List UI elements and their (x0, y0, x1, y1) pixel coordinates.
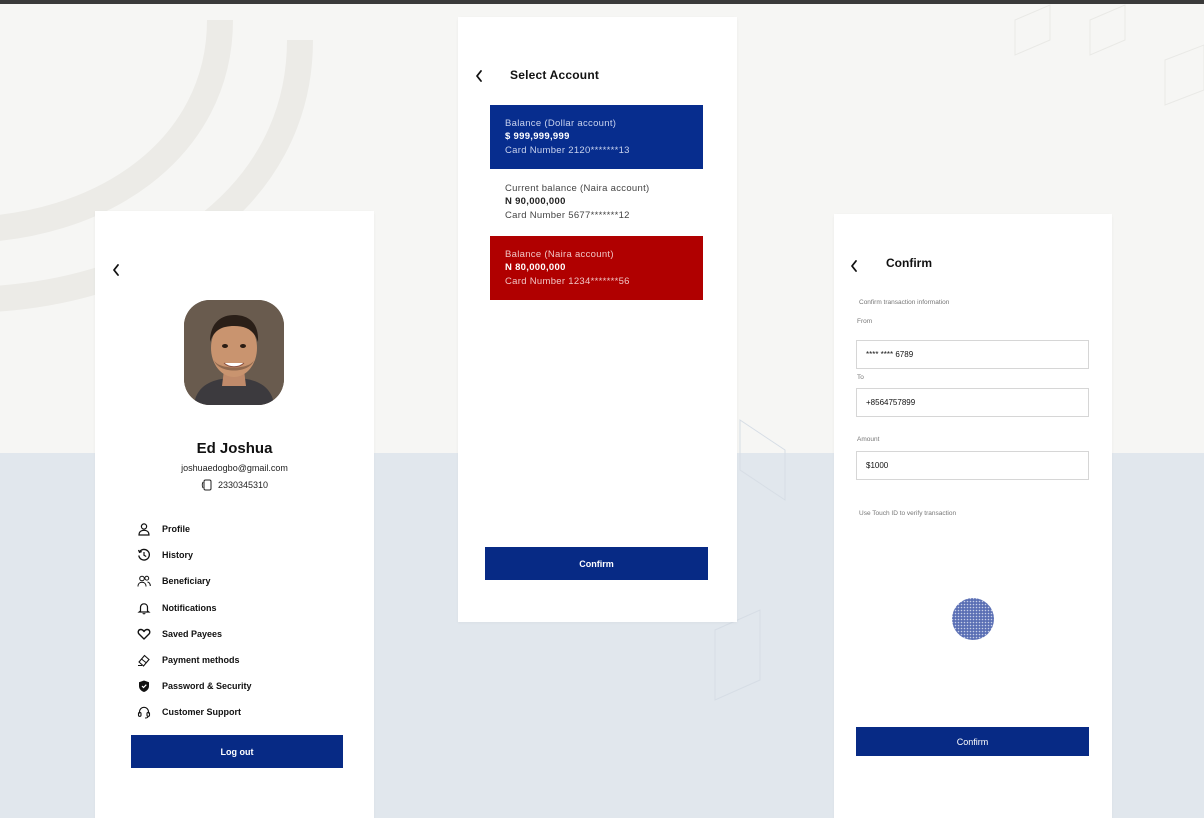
menu-item-password-security[interactable]: Password & Security (136, 673, 356, 699)
menu-item-history[interactable]: History (136, 542, 356, 568)
menu-item-customer-support[interactable]: Customer Support (136, 699, 356, 725)
menu-item-saved-payees[interactable]: Saved Payees (136, 621, 356, 647)
menu-item-profile[interactable]: Profile (136, 516, 356, 542)
shield-icon (136, 678, 152, 694)
back-button[interactable] (109, 263, 123, 277)
user-icon (136, 521, 152, 537)
account-card-naira-current[interactable]: Current balance (Naira account) N 90,000… (490, 170, 703, 234)
profile-name: Ed Joshua (196, 440, 273, 457)
account-card-number: Card Number 5677*******12 (505, 210, 630, 221)
menu-item-notifications[interactable]: Notifications (136, 595, 356, 621)
profile-screen: Ed Joshua joshuaedogbo@gmail.com 2330345… (95, 211, 374, 818)
phone-icon (201, 479, 212, 491)
select-account-screen: Select Account Balance (Dollar account) … (458, 17, 737, 622)
menu-item-beneficiary[interactable]: Beneficiary (136, 568, 356, 594)
chevron-left-icon (113, 264, 119, 276)
headset-icon (136, 704, 152, 720)
account-amount: N 80,000,000 (505, 262, 566, 273)
avatar (184, 300, 284, 405)
avatar-photo (184, 300, 284, 405)
account-amount: $ 999,999,999 (505, 131, 570, 142)
menu-item-payment-methods[interactable]: Payment methods (136, 647, 356, 673)
confirm-screen: Confirm Confirm transaction information … (834, 214, 1112, 818)
confirm-button[interactable]: Confirm (856, 727, 1089, 756)
page-title: Select Account (510, 68, 600, 82)
top-strip (0, 0, 1204, 4)
touch-id-text: Use Touch ID to verify transaction (859, 510, 957, 517)
from-field[interactable]: **** **** 6789 (856, 340, 1089, 369)
account-label: Current balance (Naira account) (505, 183, 650, 194)
profile-email: joshuaedogbo@gmail.com (181, 463, 288, 473)
logout-button[interactable]: Log out (131, 735, 343, 768)
phone-number: 2330345310 (217, 480, 269, 490)
bell-icon (136, 600, 152, 616)
chevron-left-icon (476, 70, 482, 82)
info-text: Confirm transaction information (859, 299, 950, 306)
menu-item-label: Profile (162, 524, 191, 535)
profile-phone: 2330345310 (95, 479, 374, 491)
menu-item-label: Customer Support (162, 707, 242, 718)
history-icon (136, 547, 152, 563)
menu-item-label: Payment methods (162, 655, 240, 666)
menu-item-label: Saved Payees (162, 628, 223, 639)
to-label: To (857, 374, 864, 381)
fingerprint-icon (952, 598, 994, 640)
account-card-number: Card Number 1234*******56 (505, 276, 630, 287)
account-card-naira[interactable]: Balance (Naira account) N 80,000,000 Car… (490, 236, 703, 300)
account-amount: N 90,000,000 (505, 196, 566, 207)
to-field[interactable]: +8564757899 (856, 388, 1089, 417)
users-icon (136, 573, 152, 589)
menu-item-label: History (162, 550, 194, 561)
chevron-left-icon (851, 260, 857, 272)
account-card-number: Card Number 2120*******13 (505, 145, 630, 156)
payment-icon (136, 652, 152, 668)
confirm-button[interactable]: Confirm (485, 547, 708, 580)
menu-item-label: Password & Security (162, 681, 252, 692)
amount-label: Amount (857, 436, 880, 443)
menu-item-label: Notifications (162, 602, 217, 613)
heart-icon (136, 626, 152, 642)
menu-item-label: Beneficiary (162, 576, 211, 587)
amount-field[interactable]: $1000 (856, 451, 1089, 480)
account-label: Balance (Dollar account) (505, 118, 617, 129)
profile-menu: Profile History Beneficiary Notification… (136, 516, 356, 726)
account-label: Balance (Naira account) (505, 249, 614, 260)
from-label: From (857, 318, 873, 325)
back-button[interactable] (847, 259, 861, 273)
page-title: Confirm (886, 256, 932, 270)
fingerprint-button[interactable] (951, 597, 995, 641)
account-card-dollar[interactable]: Balance (Dollar account) $ 999,999,999 C… (490, 105, 703, 169)
back-button[interactable] (472, 69, 486, 83)
